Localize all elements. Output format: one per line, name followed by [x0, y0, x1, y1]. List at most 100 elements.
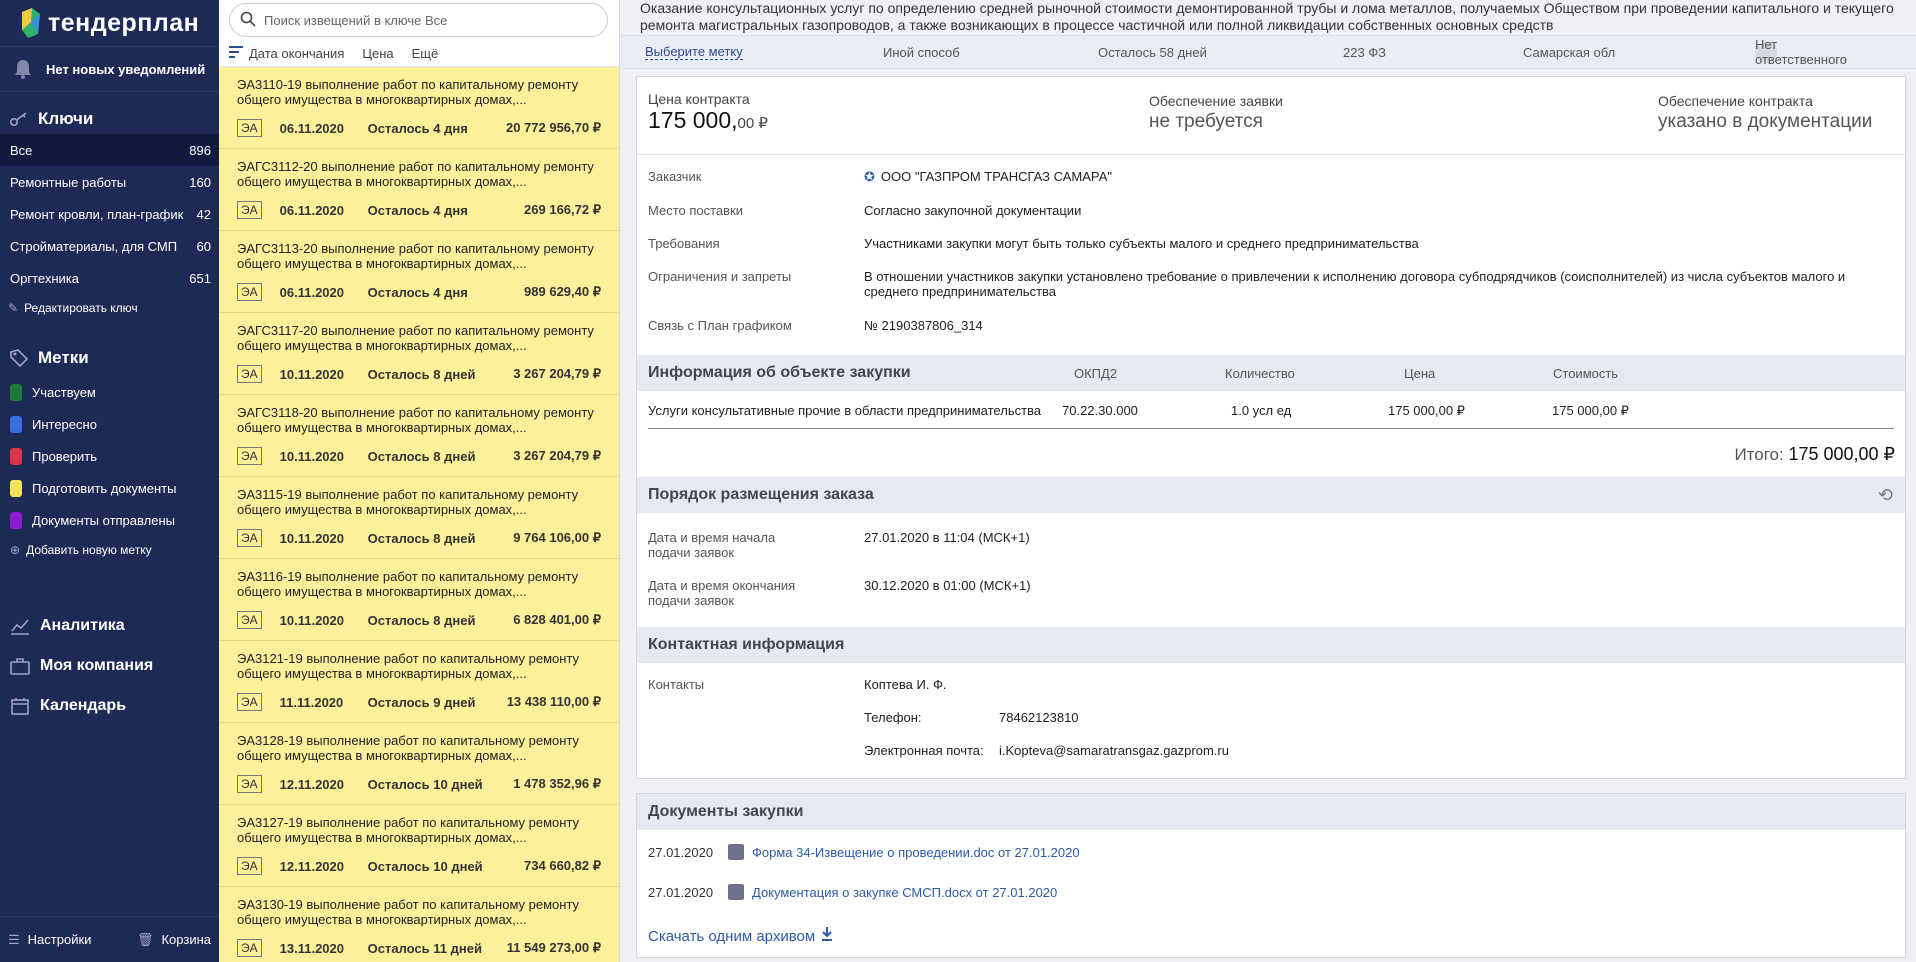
- download-archive-link[interactable]: Скачать одним архивом: [648, 927, 833, 945]
- keys-title: Ключи: [38, 109, 94, 128]
- history-icon[interactable]: ⟲: [1878, 485, 1893, 506]
- tender-list-item[interactable]: ЭАГС3118-20 выполнение работ по капиталь…: [219, 395, 619, 477]
- total-label: Итого:: [1734, 445, 1784, 464]
- tender-item-date: 12.11.2020: [279, 776, 344, 792]
- document-link[interactable]: Форма 34-Извещение о проведении.doc от 2…: [752, 845, 1080, 860]
- label-item-check[interactable]: Проверить: [0, 440, 219, 472]
- docs-section-title: Документы закупки: [648, 803, 804, 820]
- document-link[interactable]: Документация о закупке СМСП.docx от 27.0…: [752, 885, 1057, 900]
- order-section-header: Порядок размещения заказа ⟲: [637, 477, 1905, 513]
- tender-list-item[interactable]: ЭАГС3117-20 выполнение работ по капиталь…: [219, 313, 619, 395]
- tender-item-meta: ЭА 12.11.2020 Осталось 10 дней 1 478 352,96…: [237, 775, 601, 793]
- sort-icon: [229, 45, 243, 61]
- tender-item-days-left: Осталось 9 дней: [367, 694, 476, 710]
- contract-price-cents: 00 ₽: [737, 115, 768, 132]
- plan-link[interactable]: № 2190387806_314: [864, 318, 1874, 333]
- nav-company[interactable]: Моя компания: [0, 646, 219, 686]
- key-item-materials[interactable]: Стройматериалы, для СМП 60: [0, 230, 219, 262]
- label-item-prepare-docs[interactable]: Подготовить документы: [0, 472, 219, 504]
- sort-more[interactable]: Ещё: [412, 46, 439, 61]
- add-label-link[interactable]: ⊕ Добавить новую метку: [0, 536, 219, 564]
- notifications[interactable]: Нет новых уведомлений: [0, 46, 219, 92]
- customer-link[interactable]: ✪ ООО "ГАЗПРОМ ТРАНСГАЗ САМАРА": [864, 169, 1874, 184]
- key-item-repair[interactable]: Ремонтные работы 160: [0, 166, 219, 198]
- tender-item-title: ЭА3127-19 выполнение работ по капитально…: [237, 815, 580, 845]
- restrictions-value: В отношении участников закупки установле…: [864, 269, 1846, 299]
- key-count: 60: [196, 238, 211, 254]
- contacts-label: Контакты: [648, 677, 705, 692]
- law-text: 223 ФЗ: [1343, 44, 1387, 60]
- col-qty: Количество: [1225, 365, 1295, 381]
- tender-item-date: 10.11.2020: [279, 366, 344, 382]
- label-text: Участвуем: [32, 384, 96, 400]
- tender-list-item[interactable]: ЭА3128-19 выполнение работ по капитально…: [219, 723, 619, 805]
- phone-label: Телефон:: [864, 710, 922, 725]
- end-date-label: Дата и время окончания подачи заявок: [648, 578, 796, 608]
- key-item-all[interactable]: Все 896: [0, 134, 219, 166]
- key-label: Стройматериалы, для СМП: [10, 238, 178, 254]
- procedure-badge: ЭА: [237, 611, 262, 629]
- tender-item-price: 3 267 204,79 ₽: [513, 366, 601, 381]
- tender-list-item[interactable]: ЭА3110-19 выполнение работ по капитально…: [219, 67, 619, 149]
- key-item-roof[interactable]: Ремонт кровли, план-график 42: [0, 198, 219, 230]
- bell-icon: [12, 58, 34, 80]
- search-icon: [240, 11, 256, 30]
- search-box[interactable]: [229, 3, 608, 37]
- label-item-participating[interactable]: Участвуем: [0, 376, 219, 408]
- email-link[interactable]: i.Kopteva@samaratransgaz.gazprom.ru: [999, 743, 1399, 758]
- key-count: 896: [189, 142, 211, 158]
- label-item-docs-sent[interactable]: Документы отправлены: [0, 504, 219, 536]
- tender-list-item[interactable]: ЭАГС3112-20 выполнение работ по капиталь…: [219, 149, 619, 231]
- tender-item-title: ЭА3128-19 выполнение работ по капитально…: [237, 733, 580, 763]
- key-label: Все: [10, 142, 33, 158]
- edit-key-link[interactable]: ✎ Редактировать ключ: [0, 294, 219, 322]
- trash-button[interactable]: 🗑 Корзина: [137, 932, 211, 948]
- bid-security-label: Обеспечение заявки: [1149, 93, 1283, 109]
- tender-list-item[interactable]: ЭАГС3113-20 выполнение работ по капиталь…: [219, 231, 619, 313]
- tender-list-item[interactable]: ЭА3130-19 выполнение работ по капитально…: [219, 887, 619, 962]
- labels-header: Метки: [0, 344, 219, 372]
- tender-list-item[interactable]: ЭА3127-19 выполнение работ по капитально…: [219, 805, 619, 887]
- tender-item-date: 10.11.2020: [279, 448, 344, 464]
- tender-item-price: 9 764 106,00 ₽: [513, 530, 601, 545]
- document-row: 27.01.2020 Форма 34-Извещение о проведен…: [648, 844, 1080, 860]
- delivery-label: Место поставки: [648, 203, 744, 218]
- tender-item-days-left: Осталось 8 дней: [367, 366, 476, 382]
- contract-security-label: Обеспечение контракта: [1658, 93, 1813, 109]
- object-item-price: 175 000,00 ₽: [1388, 402, 1465, 418]
- tender-item-price: 269 166,72 ₽: [524, 202, 601, 217]
- tender-list-item[interactable]: ЭА3115-19 выполнение работ по капитально…: [219, 477, 619, 559]
- sidebar: тендерплан Нет новых уведомлений Ключи В…: [0, 0, 219, 962]
- nav-calendar[interactable]: Календарь: [0, 686, 219, 726]
- search-input[interactable]: [264, 12, 584, 28]
- settings-button[interactable]: ☰ Настройки: [8, 932, 91, 948]
- sort-price[interactable]: Цена: [362, 46, 393, 61]
- procedure-badge: ЭА: [237, 201, 262, 219]
- procedure-badge: ЭА: [237, 529, 262, 547]
- label-item-interesting[interactable]: Интересно: [0, 408, 219, 440]
- tender-item-title: ЭА3115-19 выполнение работ по капитально…: [237, 487, 579, 517]
- key-item-office[interactable]: Оргтехника 651: [0, 262, 219, 294]
- tender-list-item[interactable]: ЭА3116-19 выполнение работ по капитально…: [219, 559, 619, 641]
- logo[interactable]: тендерплан: [0, 0, 219, 46]
- choose-mark-dropdown[interactable]: Выберите метку: [645, 44, 743, 60]
- sort-bar: Дата окончания Цена Ещё: [219, 40, 619, 67]
- label-swatch: [10, 511, 22, 529]
- nav-analytics[interactable]: Аналитика: [0, 606, 219, 646]
- requirements-label: Требования: [648, 236, 720, 251]
- procedure-badge: ЭА: [237, 283, 262, 301]
- tender-item-title: ЭАГС3113-20 выполнение работ по капиталь…: [237, 241, 594, 271]
- sort-end-date[interactable]: Дата окончания: [229, 45, 344, 61]
- tender-item-days-left: Осталось 10 дней: [367, 858, 483, 874]
- tender-list-item[interactable]: ЭА3121-19 выполнение работ по капитально…: [219, 641, 619, 723]
- procedure-badge: ЭА: [237, 119, 262, 137]
- tender-item-price: 6 828 401,00 ₽: [513, 612, 601, 627]
- tender-item-meta: ЭА 13.11.2020 Осталось 11 дней 11 549 273,0…: [237, 939, 601, 957]
- key-label: Ремонт кровли, план-график: [10, 206, 184, 222]
- label-text: Документы отправлены: [32, 512, 175, 528]
- tender-item-days-left: Осталось 11 дней: [367, 940, 482, 956]
- tender-item-price: 20 772 956,70 ₽: [505, 120, 601, 135]
- bid-security-value: не требуется: [1149, 111, 1263, 132]
- briefcase-icon: [10, 656, 30, 676]
- tag-icon: [10, 349, 28, 367]
